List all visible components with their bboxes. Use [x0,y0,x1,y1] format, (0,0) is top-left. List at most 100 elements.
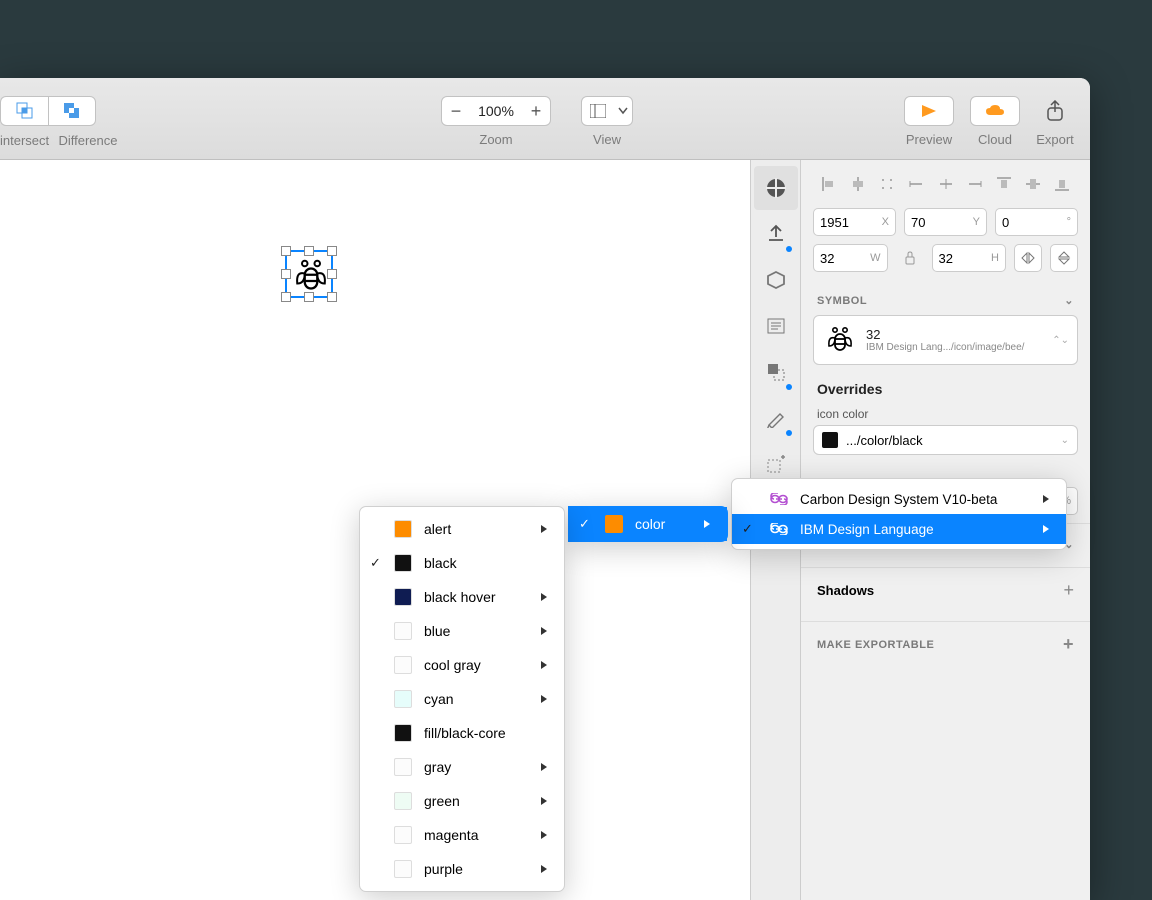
zoom-out-button[interactable]: − [442,97,470,125]
chevron-right-icon [1042,494,1050,504]
align-left-button[interactable] [817,172,841,196]
align-hcenter-button[interactable] [846,172,870,196]
difference-button[interactable] [48,96,96,126]
menu-item-design-system[interactable]: ✓IBM Design Language [732,514,1066,544]
cloud-button[interactable] [970,96,1020,126]
check-icon: ✓ [742,521,753,537]
resize-handle[interactable] [327,269,337,279]
chevron-icon: ⌄ [1061,435,1069,446]
intersect-button[interactable] [0,96,48,126]
rotation-field[interactable]: ° [995,208,1078,236]
menu-item-design-system[interactable]: Carbon Design System V10-beta [732,484,1066,514]
menu-item-swatch[interactable]: blue [360,614,564,648]
align-middle-button[interactable] [1021,172,1045,196]
zoom-value[interactable]: 100% [470,103,522,119]
chevron-right-icon [540,626,548,636]
override-select[interactable]: .../color/black ⌄ [813,425,1078,455]
width-field[interactable]: W [813,244,888,272]
overrides-header: Overrides [813,365,1078,403]
align-top-button[interactable] [992,172,1016,196]
resize-handle[interactable] [304,246,314,256]
resize-handle[interactable] [281,269,291,279]
library-icon [765,177,787,199]
symbol-name: 32 [866,327,1024,342]
align-controls [813,168,1078,208]
resize-handle[interactable] [304,292,314,302]
menu-item-swatch[interactable]: alert [360,512,564,546]
menu-item-swatch[interactable]: purple [360,852,564,886]
add-shadow-button[interactable]: + [1063,580,1074,601]
align-vcenter-button[interactable] [934,172,958,196]
check-icon: ✓ [370,555,381,571]
symbol-selector[interactable]: 32 IBM Design Lang.../icon/image/bee/ ⌃⌄ [813,315,1078,365]
swatch-icon [394,554,412,572]
cloud-icon [985,104,1005,118]
resize-handle[interactable] [281,292,291,302]
menu-item-swatch[interactable]: magenta [360,818,564,852]
zoom-in-button[interactable]: + [522,97,550,125]
menu-item-label: black hover [424,589,496,605]
add-frame-icon [766,454,786,474]
resize-handle[interactable] [281,246,291,256]
chevron-right-icon [540,592,548,602]
y-field[interactable]: Y [904,208,987,236]
chevron-right-icon [540,762,548,772]
menu-item-label: alert [424,521,451,537]
menu-item-color[interactable]: ✓color [569,507,727,541]
menu-item-swatch[interactable]: ✓black [360,546,564,580]
resize-handle[interactable] [327,292,337,302]
add-export-button[interactable]: + [1063,634,1074,655]
swatch-icon [394,860,412,878]
view-icon [590,104,606,118]
lock-aspect-button[interactable] [896,244,924,272]
resize-icon [766,362,786,382]
text-icon [766,316,786,336]
menu-item-label: fill/black-core [424,725,506,741]
chevron-icon: ⌃⌄ [1052,335,1069,346]
chevron-right-icon [1042,524,1050,534]
x-field[interactable]: X [813,208,896,236]
indicator-dot [786,384,792,390]
symbol-path: IBM Design Lang.../icon/image/bee/ [866,342,1024,353]
bee-icon [824,324,856,356]
rail-upload-button[interactable] [754,212,798,256]
dist-v-button[interactable] [963,172,987,196]
check-icon: ✓ [579,516,590,532]
rail-resize-button[interactable] [754,350,798,394]
zoom-label: Zoom [479,132,512,147]
chevron-right-icon [540,524,548,534]
dist-h-button[interactable] [875,172,899,196]
rail-pen-button[interactable] [754,396,798,440]
difference-label: Difference [48,133,128,148]
swatch-icon [605,515,623,533]
export-button[interactable] [1036,96,1074,126]
align-bottom-button[interactable] [1050,172,1074,196]
flip-v-button[interactable] [1050,244,1078,272]
view-control[interactable] [581,96,633,126]
flip-h-button[interactable] [1014,244,1042,272]
selected-symbol[interactable] [285,250,333,298]
rail-library-button[interactable] [754,166,798,210]
collapse-symbol-button[interactable]: ⌄ [1064,294,1074,307]
height-field[interactable]: H [932,244,1007,272]
link-icon [770,493,788,505]
menu-item-swatch[interactable]: green [360,784,564,818]
menu-item-label: green [424,793,460,809]
swatch-icon [394,724,412,742]
preview-button[interactable] [904,96,954,126]
chevron-right-icon [540,694,548,704]
pen-icon [766,408,786,428]
rail-text-button[interactable] [754,304,798,348]
menu-item-label: blue [424,623,450,639]
menu-item-swatch[interactable]: gray [360,750,564,784]
menu-item-swatch[interactable]: black hover [360,580,564,614]
difference-icon [63,102,81,120]
menu-item-swatch[interactable]: fill/black-core [360,716,564,750]
align-right-button[interactable] [904,172,928,196]
menu-item-swatch[interactable]: cyan [360,682,564,716]
menu-item-swatch[interactable]: cool gray [360,648,564,682]
chevron-right-icon [703,519,711,529]
menu-item-label: cyan [424,691,454,707]
rail-shape-button[interactable] [754,258,798,302]
resize-handle[interactable] [327,246,337,256]
